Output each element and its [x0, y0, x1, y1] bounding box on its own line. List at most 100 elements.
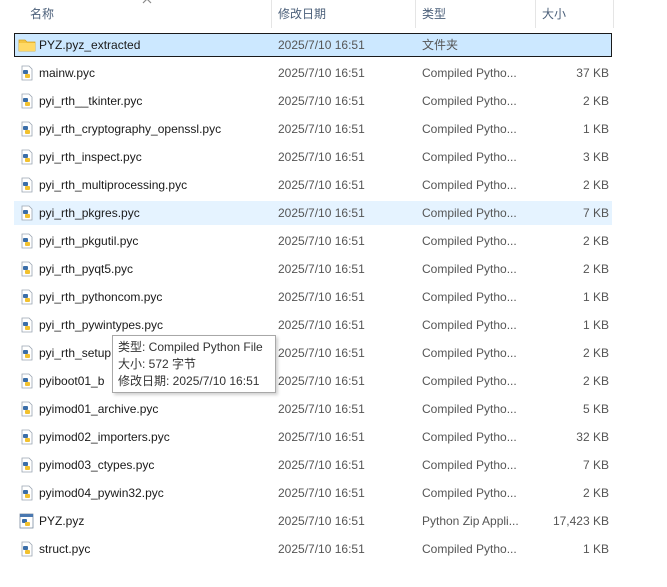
folder-row[interactable]: PYZ.pyz_extracted 2025/7/10 16:51 文件夹 [14, 33, 612, 57]
file-type: Compiled Pytho... [422, 542, 517, 556]
file-size: 32 KB [576, 430, 609, 444]
file-size: 2 KB [582, 346, 609, 360]
file-name: pyimod03_ctypes.pyc [39, 458, 155, 472]
file-size: 7 KB [582, 206, 609, 220]
file-name: PYZ.pyz [39, 514, 85, 528]
file-row[interactable]: pyi_rth_pywintypes.pyc 2025/7/10 16:51 Com… [14, 313, 612, 337]
file-size: 1 KB [582, 290, 609, 304]
file-date: 2025/7/10 16:51 [278, 346, 365, 360]
pyc-file-icon [18, 373, 36, 389]
file-name: pyimod01_archive.pyc [39, 402, 159, 416]
file-date: 2025/7/10 16:51 [278, 458, 365, 472]
file-name: pyi_rth_pyqt5.pyc [39, 262, 134, 276]
file-type: Compiled Pytho... [422, 458, 517, 472]
pyc-file-icon [18, 541, 36, 557]
file-type: 文件夹 [422, 38, 459, 52]
file-name: pyi_rth_multiprocessing.pyc [39, 178, 188, 192]
file-size: 2 KB [582, 374, 609, 388]
file-row[interactable]: pyi_rth_pkgutil.pyc 2025/7/10 16:51 Compil… [14, 229, 612, 253]
file-row[interactable]: pyi_rth_pyqt5.pyc 2025/7/10 16:51 Compiled… [14, 257, 612, 281]
file-size: 2 KB [582, 94, 609, 108]
file-date: 2025/7/10 16:51 [278, 290, 365, 304]
column-header: 名称 修改日期 类型 大小 [0, 0, 667, 28]
pyc-file-icon [18, 457, 36, 473]
file-row[interactable]: pyi_rth_inspect.pyc 2025/7/10 16:51 Compil… [14, 145, 612, 169]
file-row[interactable]: pyi_rth_cryptography_openssl.pyc 2025/7/1… [14, 117, 612, 141]
pyc-file-icon [18, 121, 36, 137]
header-type[interactable]: 类型 [416, 0, 536, 28]
file-date: 2025/7/10 16:51 [278, 402, 365, 416]
file-row[interactable]: pyi_rth_multiprocessing.pyc 2025/7/10 16:… [14, 173, 612, 197]
file-type: Compiled Pytho... [422, 234, 517, 248]
file-row[interactable]: mainw.pyc 2025/7/10 16:51 Compiled Pytho..… [14, 61, 612, 85]
tooltip-date: 修改日期: 2025/7/10 16:51 [118, 374, 260, 388]
file-type: Compiled Pytho... [422, 346, 517, 360]
file-row[interactable]: struct.pyc 2025/7/10 16:51 Compiled Pytho.… [14, 537, 612, 561]
file-type: Compiled Pytho... [422, 94, 517, 108]
file-date: 2025/7/10 16:51 [278, 94, 365, 108]
file-date: 2025/7/10 16:51 [278, 374, 365, 388]
file-date: 2025/7/10 16:51 [278, 542, 365, 556]
file-date: 2025/7/10 16:51 [278, 514, 365, 528]
file-row[interactable]: pyi_rth_pkgres.pyc 2025/7/10 16:51 Compile… [14, 201, 612, 225]
file-size: 2 KB [582, 178, 609, 192]
file-row[interactable]: pyi_rth_pythoncom.pyc 2025/7/10 16:51 Comp… [14, 285, 612, 309]
pyc-file-icon [18, 177, 36, 193]
file-size: 7 KB [582, 458, 609, 472]
file-size: 17,423 KB [552, 514, 609, 528]
file-name: pyi_rth_pkgres.pyc [39, 206, 140, 220]
file-row[interactable]: pyimod01_archive.pyc 2025/7/10 16:51 Compi… [14, 397, 612, 421]
file-size: 2 KB [582, 262, 609, 276]
file-date: 2025/7/10 16:51 [278, 122, 365, 136]
file-type: Compiled Pytho... [422, 290, 517, 304]
file-size: 3 KB [582, 150, 609, 164]
file-date: 2025/7/10 16:51 [278, 206, 365, 220]
file-type: Compiled Pytho... [422, 486, 517, 500]
file-size: 2 KB [582, 234, 609, 248]
file-tooltip: 类型: Compiled Python File 大小: 572 字节 修改日期… [112, 335, 276, 393]
header-date[interactable]: 修改日期 [272, 0, 416, 28]
tooltip-size: 大小: 572 字节 [118, 357, 197, 371]
file-row[interactable]: pyimod03_ctypes.pyc 2025/7/10 16:51 Compil… [14, 453, 612, 477]
file-row[interactable]: pyiboot01_b 2025/7/10 16:51 Compiled Pytho… [14, 369, 612, 393]
pyz-file-icon [18, 513, 36, 529]
pyc-file-icon [18, 205, 36, 221]
file-type: Compiled Pytho... [422, 66, 517, 80]
file-row[interactable]: pyi_rth__tkinter.pyc 2025/7/10 16:51 Compi… [14, 89, 612, 113]
file-row[interactable]: PYZ.pyz 2025/7/10 16:51 Python Zip Appli..… [14, 509, 612, 533]
file-name: pyi_rth_pywintypes.pyc [39, 318, 164, 332]
file-type: Compiled Pytho... [422, 150, 517, 164]
header-name[interactable]: 名称 [0, 0, 272, 28]
file-size: 1 KB [582, 122, 609, 136]
file-date: 2025/7/10 16:51 [278, 38, 365, 52]
file-date: 2025/7/10 16:51 [278, 66, 365, 80]
file-name: pyi_rth__tkinter.pyc [39, 94, 143, 108]
pyc-file-icon [18, 345, 36, 361]
tooltip-type: 类型: Compiled Python File [118, 340, 263, 354]
header-size[interactable]: 大小 [536, 0, 614, 28]
file-type: Compiled Pytho... [422, 178, 517, 192]
file-size: 5 KB [582, 402, 609, 416]
file-row[interactable]: pyimod02_importers.pyc 2025/7/10 16:51 Com… [14, 425, 612, 449]
file-date: 2025/7/10 16:51 [278, 486, 365, 500]
file-name: pyi_rth_inspect.pyc [39, 150, 142, 164]
file-type: Compiled Pytho... [422, 206, 517, 220]
file-name: pyi_rth_pythoncom.pyc [39, 290, 163, 304]
pyc-file-icon [18, 289, 36, 305]
file-name: mainw.pyc [39, 66, 96, 80]
folder-icon [18, 37, 36, 53]
file-date: 2025/7/10 16:51 [278, 150, 365, 164]
file-size: 2 KB [582, 486, 609, 500]
pyc-file-icon [18, 149, 36, 165]
file-date: 2025/7/10 16:51 [278, 178, 365, 192]
file-date: 2025/7/10 16:51 [278, 318, 365, 332]
file-size: 1 KB [582, 542, 609, 556]
pyc-file-icon [18, 261, 36, 277]
file-name: pyimod02_importers.pyc [39, 430, 170, 444]
file-row[interactable]: pyimod04_pywin32.pyc 2025/7/10 16:51 Compi… [14, 481, 612, 505]
file-row[interactable]: pyi_rth_setup 2025/7/10 16:51 Compiled Pyt… [14, 341, 612, 365]
file-date: 2025/7/10 16:51 [278, 262, 365, 276]
pyc-file-icon [18, 65, 36, 81]
file-type: Compiled Pytho... [422, 122, 517, 136]
file-date: 2025/7/10 16:51 [278, 234, 365, 248]
